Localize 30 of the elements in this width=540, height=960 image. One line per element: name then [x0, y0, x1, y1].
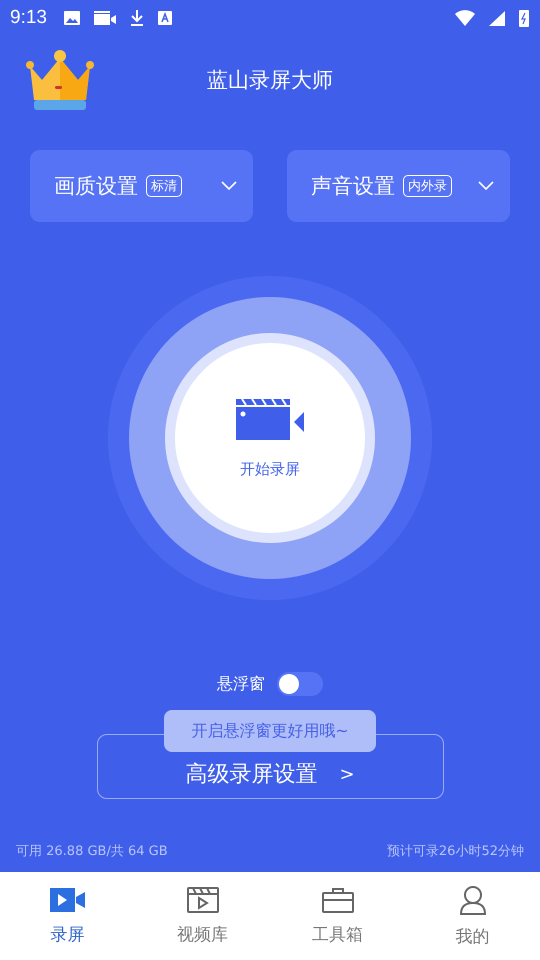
- clapperboard-icon: [186, 886, 218, 912]
- person-icon: [458, 884, 486, 914]
- chevron-down-icon: [221, 181, 237, 191]
- battery-icon: [518, 8, 530, 28]
- signal-icon: [488, 10, 506, 26]
- storage-text: 可用 26.88 GB/共 64 GB: [16, 843, 168, 860]
- chevron-down-icon: [478, 181, 494, 191]
- nav-tab[interactable]: 我的: [405, 872, 540, 960]
- video-camera-icon: [48, 886, 86, 912]
- nav-tab[interactable]: 视频库: [135, 872, 270, 960]
- status-time: 9:13: [10, 7, 47, 29]
- camera-icon: [92, 10, 117, 26]
- recording-time-estimate: 预计可录26小时52分钟: [386, 843, 524, 860]
- floating-window-toggle[interactable]: [277, 672, 323, 696]
- settings-dropdown[interactable]: 画质设置 标清: [30, 150, 253, 222]
- briefcase-icon: [322, 886, 354, 912]
- image-icon: [62, 10, 81, 26]
- app-title: 蓝山录屏大师: [206, 67, 334, 94]
- font-icon: [156, 10, 173, 26]
- floating-window-label: 悬浮窗: [217, 674, 265, 694]
- settings-dropdown[interactable]: 声音设置 内外录: [287, 150, 510, 222]
- download-icon: [128, 9, 145, 27]
- setting-badge: 内外录: [403, 175, 452, 197]
- nav-tab[interactable]: 录屏: [0, 872, 135, 960]
- wifi-icon: [454, 10, 476, 26]
- setting-badge: 标清: [146, 175, 182, 197]
- start-recording-button[interactable]: 开始录屏: [175, 343, 365, 533]
- video-camera-icon: [234, 398, 306, 442]
- nav-tab[interactable]: 工具箱: [270, 872, 405, 960]
- tooltip: 开启悬浮窗更好用哦~: [164, 710, 376, 752]
